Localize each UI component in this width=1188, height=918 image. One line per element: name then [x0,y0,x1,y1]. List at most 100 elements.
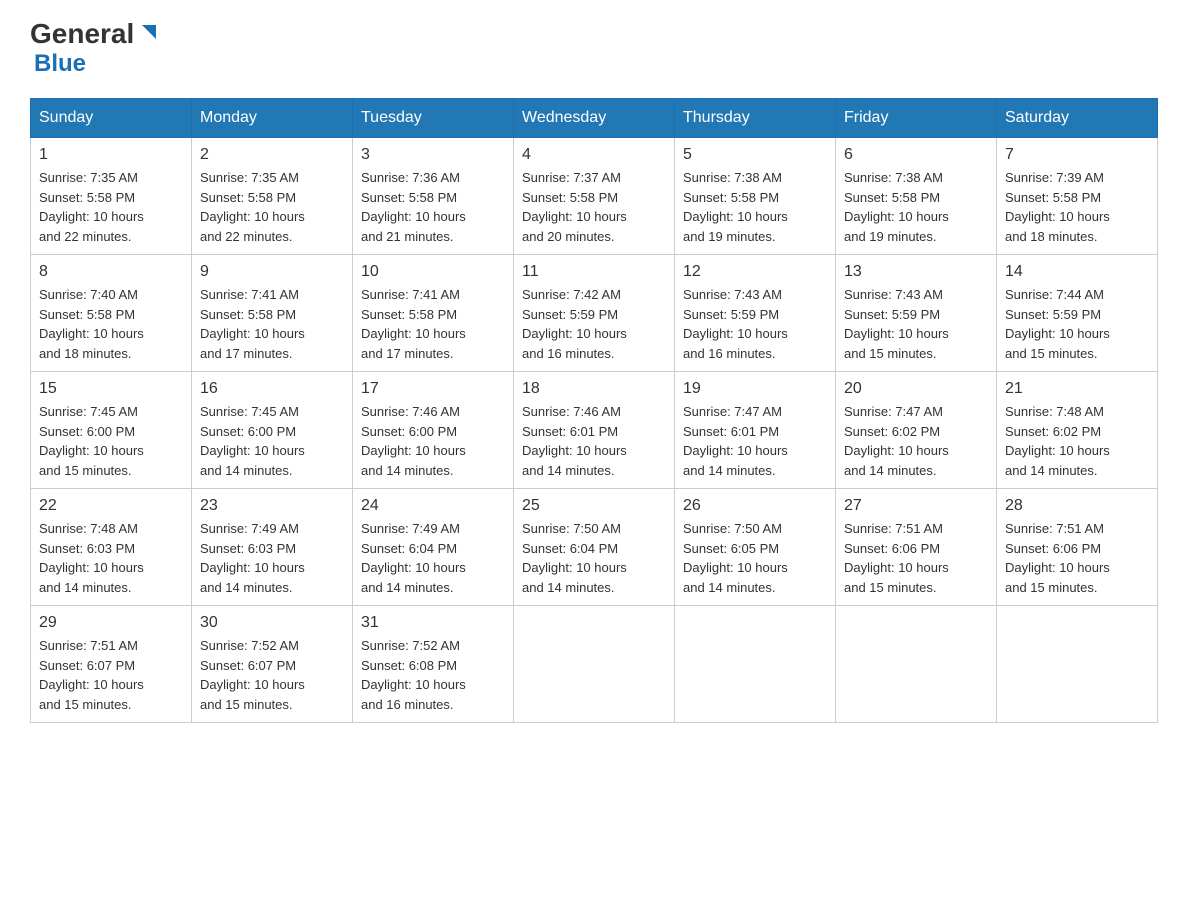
calendar-cell: 9 Sunrise: 7:41 AM Sunset: 5:58 PM Dayli… [192,255,353,372]
calendar-cell: 28 Sunrise: 7:51 AM Sunset: 6:06 PM Dayl… [997,489,1158,606]
header-friday: Friday [836,99,997,138]
week-row-3: 15 Sunrise: 7:45 AM Sunset: 6:00 PM Dayl… [31,372,1158,489]
day-info: Sunrise: 7:46 AM Sunset: 6:01 PM Dayligh… [522,402,666,480]
day-info: Sunrise: 7:38 AM Sunset: 5:58 PM Dayligh… [844,168,988,246]
calendar-cell: 22 Sunrise: 7:48 AM Sunset: 6:03 PM Dayl… [31,489,192,606]
day-number: 23 [200,497,344,515]
calendar-cell: 25 Sunrise: 7:50 AM Sunset: 6:04 PM Dayl… [514,489,675,606]
day-number: 16 [200,380,344,398]
calendar-cell: 30 Sunrise: 7:52 AM Sunset: 6:07 PM Dayl… [192,606,353,723]
header-saturday: Saturday [997,99,1158,138]
day-info: Sunrise: 7:52 AM Sunset: 6:08 PM Dayligh… [361,636,505,714]
day-number: 7 [1005,146,1149,164]
logo-icon [136,21,158,43]
day-info: Sunrise: 7:38 AM Sunset: 5:58 PM Dayligh… [683,168,827,246]
day-info: Sunrise: 7:52 AM Sunset: 6:07 PM Dayligh… [200,636,344,714]
day-number: 18 [522,380,666,398]
day-number: 22 [39,497,183,515]
calendar-cell [997,606,1158,723]
day-number: 31 [361,614,505,632]
calendar-cell: 8 Sunrise: 7:40 AM Sunset: 5:58 PM Dayli… [31,255,192,372]
day-number: 4 [522,146,666,164]
day-number: 15 [39,380,183,398]
day-info: Sunrise: 7:43 AM Sunset: 5:59 PM Dayligh… [683,285,827,363]
logo-blue-text: Blue [34,50,86,78]
day-info: Sunrise: 7:35 AM Sunset: 5:58 PM Dayligh… [200,168,344,246]
week-row-4: 22 Sunrise: 7:48 AM Sunset: 6:03 PM Dayl… [31,489,1158,606]
day-info: Sunrise: 7:51 AM Sunset: 6:06 PM Dayligh… [1005,519,1149,597]
day-info: Sunrise: 7:36 AM Sunset: 5:58 PM Dayligh… [361,168,505,246]
day-number: 17 [361,380,505,398]
calendar-cell: 4 Sunrise: 7:37 AM Sunset: 5:58 PM Dayli… [514,138,675,255]
calendar-cell: 16 Sunrise: 7:45 AM Sunset: 6:00 PM Dayl… [192,372,353,489]
day-number: 12 [683,263,827,281]
calendar-cell: 24 Sunrise: 7:49 AM Sunset: 6:04 PM Dayl… [353,489,514,606]
calendar-cell: 12 Sunrise: 7:43 AM Sunset: 5:59 PM Dayl… [675,255,836,372]
day-info: Sunrise: 7:45 AM Sunset: 6:00 PM Dayligh… [39,402,183,480]
day-info: Sunrise: 7:47 AM Sunset: 6:01 PM Dayligh… [683,402,827,480]
day-number: 29 [39,614,183,632]
day-number: 14 [1005,263,1149,281]
calendar-cell: 7 Sunrise: 7:39 AM Sunset: 5:58 PM Dayli… [997,138,1158,255]
page-header: General Blue [30,20,1158,78]
calendar-cell: 20 Sunrise: 7:47 AM Sunset: 6:02 PM Dayl… [836,372,997,489]
day-info: Sunrise: 7:50 AM Sunset: 6:05 PM Dayligh… [683,519,827,597]
calendar-cell: 5 Sunrise: 7:38 AM Sunset: 5:58 PM Dayli… [675,138,836,255]
header-row: SundayMondayTuesdayWednesdayThursdayFrid… [31,99,1158,138]
day-number: 9 [200,263,344,281]
day-info: Sunrise: 7:41 AM Sunset: 5:58 PM Dayligh… [361,285,505,363]
day-number: 5 [683,146,827,164]
day-number: 8 [39,263,183,281]
calendar-table: SundayMondayTuesdayWednesdayThursdayFrid… [30,98,1158,723]
header-thursday: Thursday [675,99,836,138]
day-number: 20 [844,380,988,398]
day-info: Sunrise: 7:39 AM Sunset: 5:58 PM Dayligh… [1005,168,1149,246]
day-info: Sunrise: 7:44 AM Sunset: 5:59 PM Dayligh… [1005,285,1149,363]
calendar-cell: 23 Sunrise: 7:49 AM Sunset: 6:03 PM Dayl… [192,489,353,606]
logo-general: General [30,20,134,48]
day-number: 25 [522,497,666,515]
calendar-cell: 1 Sunrise: 7:35 AM Sunset: 5:58 PM Dayli… [31,138,192,255]
header-monday: Monday [192,99,353,138]
day-info: Sunrise: 7:51 AM Sunset: 6:06 PM Dayligh… [844,519,988,597]
day-number: 21 [1005,380,1149,398]
day-info: Sunrise: 7:51 AM Sunset: 6:07 PM Dayligh… [39,636,183,714]
calendar-cell [836,606,997,723]
calendar-cell: 18 Sunrise: 7:46 AM Sunset: 6:01 PM Dayl… [514,372,675,489]
day-info: Sunrise: 7:48 AM Sunset: 6:03 PM Dayligh… [39,519,183,597]
day-info: Sunrise: 7:49 AM Sunset: 6:04 PM Dayligh… [361,519,505,597]
calendar-cell: 26 Sunrise: 7:50 AM Sunset: 6:05 PM Dayl… [675,489,836,606]
day-info: Sunrise: 7:37 AM Sunset: 5:58 PM Dayligh… [522,168,666,246]
day-number: 11 [522,263,666,281]
calendar-cell: 6 Sunrise: 7:38 AM Sunset: 5:58 PM Dayli… [836,138,997,255]
day-info: Sunrise: 7:43 AM Sunset: 5:59 PM Dayligh… [844,285,988,363]
calendar-cell: 11 Sunrise: 7:42 AM Sunset: 5:59 PM Dayl… [514,255,675,372]
day-info: Sunrise: 7:50 AM Sunset: 6:04 PM Dayligh… [522,519,666,597]
calendar-cell: 3 Sunrise: 7:36 AM Sunset: 5:58 PM Dayli… [353,138,514,255]
day-number: 19 [683,380,827,398]
calendar-cell: 31 Sunrise: 7:52 AM Sunset: 6:08 PM Dayl… [353,606,514,723]
week-row-2: 8 Sunrise: 7:40 AM Sunset: 5:58 PM Dayli… [31,255,1158,372]
day-info: Sunrise: 7:49 AM Sunset: 6:03 PM Dayligh… [200,519,344,597]
day-info: Sunrise: 7:41 AM Sunset: 5:58 PM Dayligh… [200,285,344,363]
week-row-1: 1 Sunrise: 7:35 AM Sunset: 5:58 PM Dayli… [31,138,1158,255]
calendar-cell [675,606,836,723]
week-row-5: 29 Sunrise: 7:51 AM Sunset: 6:07 PM Dayl… [31,606,1158,723]
day-info: Sunrise: 7:46 AM Sunset: 6:00 PM Dayligh… [361,402,505,480]
calendar-cell: 14 Sunrise: 7:44 AM Sunset: 5:59 PM Dayl… [997,255,1158,372]
day-number: 6 [844,146,988,164]
calendar-cell: 29 Sunrise: 7:51 AM Sunset: 6:07 PM Dayl… [31,606,192,723]
calendar-cell: 27 Sunrise: 7:51 AM Sunset: 6:06 PM Dayl… [836,489,997,606]
day-info: Sunrise: 7:35 AM Sunset: 5:58 PM Dayligh… [39,168,183,246]
day-info: Sunrise: 7:45 AM Sunset: 6:00 PM Dayligh… [200,402,344,480]
header-sunday: Sunday [31,99,192,138]
calendar-cell: 13 Sunrise: 7:43 AM Sunset: 5:59 PM Dayl… [836,255,997,372]
day-info: Sunrise: 7:40 AM Sunset: 5:58 PM Dayligh… [39,285,183,363]
calendar-cell: 21 Sunrise: 7:48 AM Sunset: 6:02 PM Dayl… [997,372,1158,489]
day-info: Sunrise: 7:48 AM Sunset: 6:02 PM Dayligh… [1005,402,1149,480]
day-number: 26 [683,497,827,515]
header-wednesday: Wednesday [514,99,675,138]
day-number: 13 [844,263,988,281]
day-info: Sunrise: 7:47 AM Sunset: 6:02 PM Dayligh… [844,402,988,480]
day-number: 30 [200,614,344,632]
